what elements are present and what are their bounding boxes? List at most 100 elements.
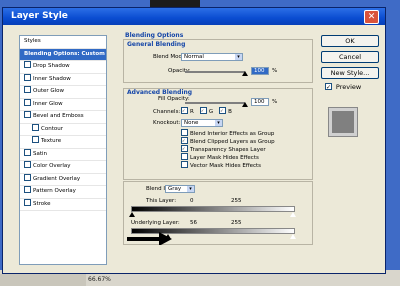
opacity-unit: %: [272, 68, 278, 74]
close-button[interactable]: ✕: [364, 10, 379, 24]
new-style-button[interactable]: New Style...: [321, 67, 379, 79]
this-layer-black-slider[interactable]: [129, 212, 135, 217]
styles-list-item[interactable]: Satin: [20, 148, 106, 161]
advanced-option-label: Vector Mask Hides Effects: [190, 163, 262, 169]
styles-list-item[interactable]: Outer Glow: [20, 86, 106, 99]
styles-list-item-label: Color Overlay: [33, 163, 71, 169]
advanced-option-row[interactable]: ✓ Transparency Shapes Layer: [181, 145, 275, 154]
ok-button[interactable]: OK: [321, 35, 379, 47]
opacity-slider-thumb[interactable]: [242, 71, 248, 76]
blend-if-value: Gray: [168, 186, 182, 192]
advanced-option-row[interactable]: Vector Mask Hides Effects: [181, 161, 275, 170]
styles-list-item[interactable]: Contour: [20, 123, 106, 136]
opacity-input[interactable]: 100: [251, 67, 269, 75]
styles-list-item[interactable]: Color Overlay: [20, 161, 106, 174]
this-layer-white-slider[interactable]: [290, 212, 296, 217]
checkbox-icon: [181, 153, 188, 160]
checkbox-icon[interactable]: [24, 173, 31, 181]
this-layer-label: This Layer:: [146, 198, 177, 204]
advanced-option-row[interactable]: ✓ Blend Clipped Layers as Group: [181, 137, 275, 146]
checkbox-icon[interactable]: [24, 148, 31, 156]
blend-mode-value: Normal: [184, 54, 204, 60]
advanced-option-label: Transparency Shapes Layer: [190, 147, 266, 153]
styles-header[interactable]: Styles: [20, 36, 106, 49]
checkbox-icon[interactable]: [32, 136, 39, 143]
checkbox-icon: [181, 129, 188, 136]
styles-list-item-label: Inner Glow: [33, 100, 63, 107]
channels-label: Channels:: [153, 109, 181, 115]
channel-label: R: [190, 109, 194, 115]
styles-list-item-label: Outer Glow: [33, 88, 65, 94]
checkbox-icon[interactable]: [24, 73, 31, 81]
advanced-option-label: Layer Mask Hides Effects: [190, 155, 259, 161]
styles-list-item[interactable]: Texture: [20, 136, 106, 149]
cancel-button[interactable]: Cancel: [321, 51, 379, 63]
checkbox-icon[interactable]: [24, 198, 31, 206]
zoom-readout: 66.67%: [88, 276, 111, 283]
dialog-title: Layer Style: [11, 11, 68, 21]
checkbox-icon[interactable]: [32, 123, 39, 131]
knockout-select[interactable]: None ▾: [181, 119, 223, 127]
checkbox-icon[interactable]: [24, 186, 31, 193]
advanced-option-label: Blend Clipped Layers as Group: [190, 139, 275, 145]
preview-checkbox[interactable]: ✓ Preview: [325, 83, 361, 91]
styles-list-item-label: Texture: [41, 138, 62, 144]
checkbox-icon: ✓: [325, 83, 332, 91]
channel-checkbox-r[interactable]: ✓ R: [181, 107, 194, 115]
channel-checkbox-g[interactable]: ✓ G: [199, 107, 213, 115]
chevron-down-icon: ▾: [235, 54, 242, 60]
this-layer-low: 0: [190, 198, 194, 204]
advanced-blending-title: Advanced Blending: [127, 89, 193, 96]
blend-if-select[interactable]: Gray ▾: [165, 185, 195, 193]
status-strip: [0, 274, 86, 286]
styles-list-item-label: Blending Options: Custom: [24, 50, 105, 57]
checkbox-icon: ✓: [199, 107, 207, 114]
dialog-titlebar[interactable]: Layer Style ✕: [3, 8, 385, 25]
this-layer-gradient: [131, 206, 295, 212]
styles-list-item-label: Gradient Overlay: [33, 175, 81, 182]
close-icon: ✕: [367, 12, 376, 22]
chevron-down-icon: ▾: [215, 120, 222, 126]
styles-list-item-label: Contour: [41, 125, 63, 132]
checkbox-icon[interactable]: [24, 86, 31, 93]
styles-list-item-label: Bevel and Emboss: [33, 113, 84, 119]
checkbox-icon: ✓: [181, 137, 188, 144]
checkbox-icon[interactable]: [24, 111, 31, 118]
underlying-layer-low: 56: [190, 220, 197, 226]
underlying-layer-label: Underlying Layer:: [131, 220, 180, 226]
advanced-option-row[interactable]: Layer Mask Hides Effects: [181, 153, 275, 162]
styles-list-item[interactable]: Stroke: [20, 198, 106, 211]
styles-list-item[interactable]: Inner Glow: [20, 98, 106, 111]
checkbox-icon: [181, 161, 188, 168]
checkbox-icon: ✓: [219, 107, 227, 114]
knockout-label: Knockout:: [153, 120, 181, 126]
preview-label: Preview: [335, 83, 362, 91]
styles-list-item[interactable]: Gradient Overlay: [20, 173, 106, 186]
fill-opacity-slider[interactable]: [185, 102, 245, 104]
styles-list-item-label: Stroke: [33, 200, 51, 207]
styles-list-item[interactable]: Blending Options: Custom: [20, 48, 106, 61]
styles-list-item[interactable]: Bevel and Emboss: [20, 111, 106, 124]
preview-swatch: [328, 107, 358, 137]
checkbox-icon[interactable]: [24, 161, 31, 168]
general-blending-title: General Blending: [127, 41, 186, 48]
layer-style-dialog: Layer Style ✕ Styles Blending Options: C…: [2, 7, 386, 274]
checkbox-icon: ✓: [181, 107, 188, 114]
opacity-slider[interactable]: [185, 71, 245, 73]
advanced-option-row[interactable]: Blend Interior Effects as Group: [181, 129, 275, 138]
advanced-option-label: Blend Interior Effects as Group: [190, 131, 275, 137]
arrow-annotation-icon: [127, 232, 172, 245]
styles-list-item[interactable]: Drop Shadow: [20, 61, 106, 74]
blend-mode-select[interactable]: Normal ▾: [181, 53, 243, 61]
styles-list-item-label: Drop Shadow: [33, 63, 70, 69]
channel-checkbox-b[interactable]: ✓ B: [219, 107, 232, 115]
checkbox-icon[interactable]: [24, 98, 31, 106]
checkbox-icon: ✓: [181, 145, 188, 152]
styles-list-item[interactable]: Inner Shadow: [20, 73, 106, 86]
fill-opacity-slider-thumb[interactable]: [242, 102, 248, 107]
checkbox-icon[interactable]: [24, 61, 31, 68]
styles-list-item[interactable]: Pattern Overlay: [20, 186, 106, 199]
blending-options-title: Blending Options: [125, 32, 184, 39]
underlying-layer-white-slider[interactable]: [290, 234, 296, 239]
fill-opacity-input[interactable]: 100: [251, 98, 269, 106]
